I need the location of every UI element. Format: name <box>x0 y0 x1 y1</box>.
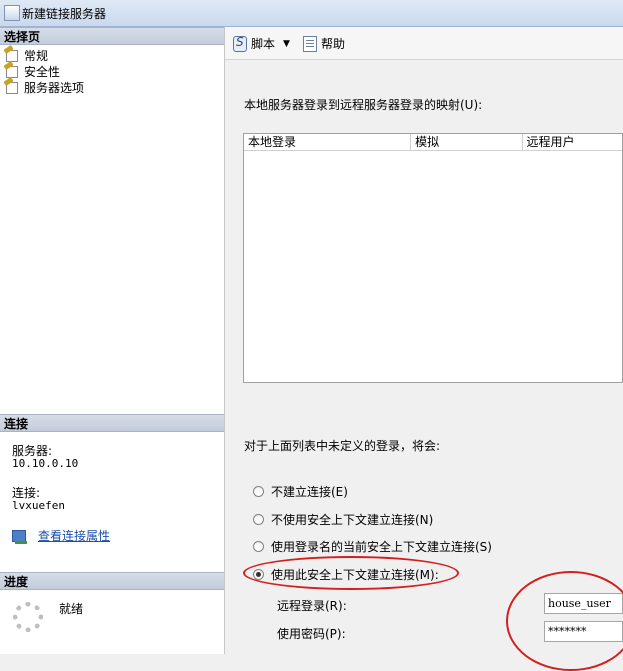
radio-button[interactable] <box>253 514 264 525</box>
window-title: 新建链接服务器 <box>22 7 107 21</box>
page-icon <box>6 81 18 94</box>
red-ellipse-annotation <box>243 556 459 590</box>
page-icon <box>6 49 18 62</box>
page-item-security[interactable]: 安全性 <box>6 64 60 79</box>
help-button[interactable]: 帮助 <box>303 35 345 52</box>
connection-properties-icon <box>12 529 27 544</box>
option-current-security-context[interactable]: 使用登录名的当前安全上下文建立连接(S) <box>253 538 492 555</box>
undefined-logins-label: 对于上面列表中未定义的登录，将会: <box>244 439 441 453</box>
script-icon <box>233 35 247 52</box>
login-mapping-grid[interactable]: 本地登录 模拟 远程用户 <box>243 133 623 383</box>
radio-button[interactable] <box>253 541 264 552</box>
toolbar: 脚本 ▼ 帮助 <box>225 27 623 60</box>
option-label: 使用登录名的当前安全上下文建立连接(S) <box>271 540 492 554</box>
connection-header: 连接 <box>0 414 224 432</box>
page-item-general[interactable]: 常规 <box>6 48 48 63</box>
remote-login-label: 远程登录(R): <box>277 599 347 613</box>
server-value: 10.10.0.10 <box>12 457 79 470</box>
page-item-label: 常规 <box>24 49 49 63</box>
red-ellipse-annotation <box>506 571 623 671</box>
option-no-connection[interactable]: 不建立连接(E) <box>253 483 348 500</box>
security-page: 脚本 ▼ 帮助 本地服务器登录到远程服务器登录的映射(U): 本地登录 模拟 远… <box>225 27 623 671</box>
script-label: 脚本 <box>251 37 276 51</box>
grid-header: 本地登录 模拟 远程用户 <box>244 134 622 151</box>
option-no-security-context[interactable]: 不使用安全上下文建立连接(N) <box>253 511 433 528</box>
radio-button[interactable] <box>253 486 264 497</box>
column-header-impersonate[interactable]: 模拟 <box>411 134 523 150</box>
app-icon <box>4 5 20 21</box>
column-header-local-login[interactable]: 本地登录 <box>244 134 412 150</box>
left-panel: 选择页 常规 安全性 服务器选项 连接 服务器: 10.10.0.10 连接: … <box>0 27 225 654</box>
page-item-server-options[interactable]: 服务器选项 <box>6 80 84 95</box>
help-icon <box>303 35 317 52</box>
page-item-label: 服务器选项 <box>24 81 85 95</box>
connection-value: lvxuefen <box>12 499 65 512</box>
password-label: 使用密码(P): <box>277 627 346 641</box>
progress-spinner-icon <box>13 602 43 632</box>
progress-header: 进度 <box>0 572 224 590</box>
option-label: 不使用安全上下文建立连接(N) <box>271 513 434 527</box>
view-connection-properties-link[interactable]: 查看连接属性 <box>38 527 110 544</box>
help-label: 帮助 <box>321 37 346 51</box>
select-page-header: 选择页 <box>0 27 224 45</box>
page-item-label: 安全性 <box>24 65 61 79</box>
progress-status: 就绪 <box>59 602 84 616</box>
option-label: 不建立连接(E) <box>271 485 348 499</box>
login-mapping-label: 本地服务器登录到远程服务器登录的映射(U): <box>244 98 483 112</box>
title-bar: 新建链接服务器 <box>0 0 623 27</box>
column-header-remote-user[interactable]: 远程用户 <box>523 134 622 150</box>
page-icon <box>6 65 18 78</box>
script-button[interactable]: 脚本 ▼ <box>233 35 290 52</box>
chevron-down-icon[interactable]: ▼ <box>283 39 290 49</box>
view-connection-properties[interactable]: 查看连接属性 <box>12 527 110 544</box>
